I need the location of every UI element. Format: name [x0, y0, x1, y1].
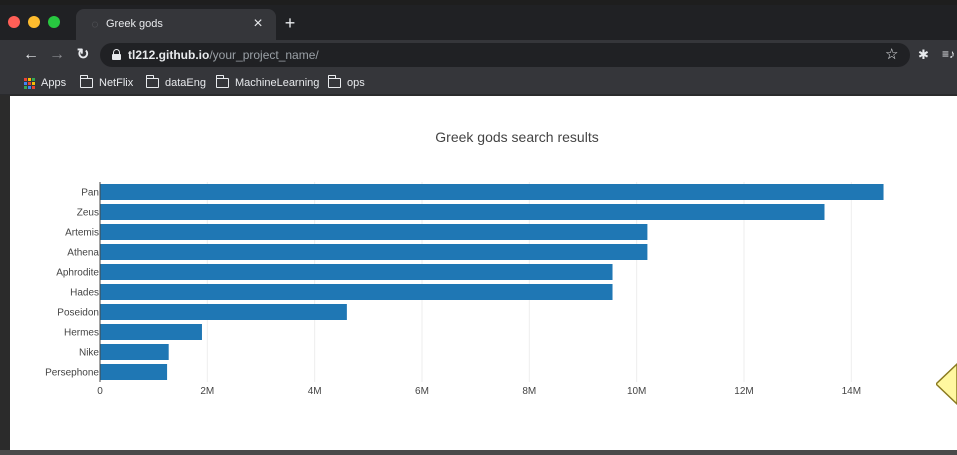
x-tick-label: 4M [308, 386, 322, 397]
bookmark-label: MachineLearning [235, 77, 320, 89]
bar-chart-svg: 0 2M 4M 6M 8M 10M 12M 14M Pan Zeus Artemis Athena Ap… [45, 129, 884, 397]
globe-icon: ◌ [91, 17, 99, 31]
y-tick-label: Zeus [77, 208, 99, 219]
window-maximize-button[interactable] [48, 16, 60, 28]
window-minimize-button[interactable] [28, 16, 40, 28]
window-close-button[interactable] [8, 16, 20, 28]
bookmark-netflix[interactable]: NetFlix [80, 75, 133, 91]
y-tick-label: Artemis [65, 228, 99, 239]
bookmark-label: dataEng [165, 77, 206, 89]
y-tick-label: Nike [79, 348, 99, 359]
y-tick-label: Athena [67, 248, 99, 259]
url-host: tl212.github.io [128, 48, 210, 62]
puzzle-icon[interactable]: ✱ [918, 47, 929, 63]
tab-strip: ◌ Greek gods × + [0, 0, 957, 40]
bookmark-ops[interactable]: ops [328, 75, 365, 91]
y-tick-label: Hermes [64, 328, 99, 339]
x-tick-label: 0 [97, 386, 103, 397]
url-text[interactable]: tl212.github.io/your_project_name/ [128, 48, 319, 62]
folder-icon [216, 75, 229, 88]
folder-icon [146, 75, 159, 88]
apps-grid-icon [24, 77, 35, 89]
bar-chart: 0 2M 4M 6M 8M 10M 12M 14M Pan Zeus Artemis Athena Ap… [10, 96, 957, 455]
lock-icon [112, 49, 121, 60]
page-content: 0 2M 4M 6M 8M 10M 12M 14M Pan Zeus Artemis Athena Ap… [10, 96, 957, 455]
bar-zeus [100, 204, 825, 220]
bar-athena [100, 244, 648, 260]
x-tick-label: 8M [522, 386, 536, 397]
browser-toolbar: ← → ↻ tl212.github.io/your_project_name/… [0, 40, 957, 70]
bar-aphrodite [100, 264, 613, 280]
tab-close-icon[interactable]: × [249, 15, 267, 33]
x-tick-label: 10M [627, 386, 646, 397]
y-tick-label: Poseidon [57, 308, 99, 319]
bookmark-machinelearning[interactable]: MachineLearning [216, 75, 319, 91]
folder-icon [328, 75, 341, 88]
chart-title: Greek gods search results [435, 129, 598, 145]
bar-nike [100, 344, 169, 360]
bar-hades [100, 284, 613, 300]
bookmark-apps[interactable]: Apps [24, 75, 66, 91]
bookmarks-bar: Apps NetFlix dataEng MachineLearning ops [0, 70, 957, 95]
bar-pan [100, 184, 884, 200]
x-tick-label: 6M [415, 386, 429, 397]
media-queue-icon[interactable]: ≡♪ [942, 47, 955, 61]
tab-greek-gods[interactable]: ◌ Greek gods × [76, 9, 276, 40]
x-tick-label: 14M [842, 386, 861, 397]
browser-window: ◌ Greek gods × + ← → ↻ tl212.github.io/y… [0, 0, 957, 455]
bar-persephone [100, 364, 168, 380]
back-arrow-icon[interactable]: ← [20, 44, 42, 66]
window-left-edge [0, 96, 10, 455]
bookmark-label: NetFlix [99, 77, 134, 89]
new-tab-button[interactable]: + [280, 14, 300, 34]
bar-hermes [100, 324, 202, 340]
yellow-arrow-icon [936, 362, 957, 406]
y-tick-label: Persephone [45, 368, 99, 379]
forward-arrow-icon[interactable]: → [46, 44, 68, 66]
bookmark-dataeng[interactable]: dataEng [146, 75, 206, 91]
window-bottom-edge [0, 450, 957, 455]
folder-icon [80, 75, 93, 88]
y-tick-label: Pan [81, 188, 99, 199]
bookmark-star-icon[interactable]: ☆ [885, 45, 898, 63]
bar-poseidon [100, 304, 347, 320]
reload-icon[interactable]: ↻ [72, 44, 94, 66]
address-bar[interactable]: tl212.github.io/your_project_name/ ☆ [100, 43, 910, 67]
y-tick-label: Aphrodite [56, 268, 99, 279]
window-top-edge [0, 0, 957, 5]
bar-artemis [100, 224, 648, 240]
x-tick-label: 2M [200, 386, 214, 397]
x-tick-label: 12M [734, 386, 753, 397]
bookmark-label: Apps [41, 77, 67, 89]
url-path: /your_project_name/ [209, 48, 319, 62]
tab-title: Greek gods [106, 18, 163, 30]
y-tick-label: Hades [70, 288, 99, 299]
bookmark-label: ops [347, 77, 365, 89]
